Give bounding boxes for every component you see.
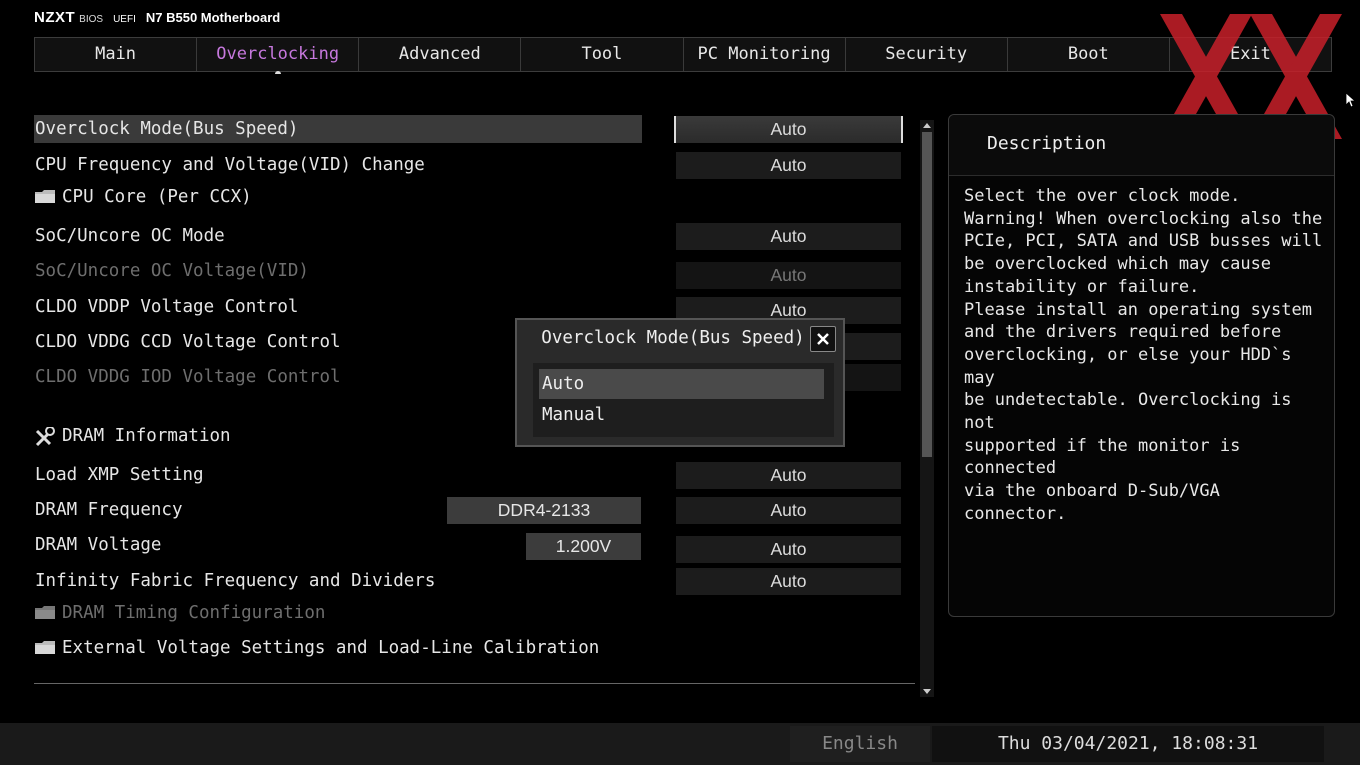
description-title: Description	[987, 133, 1107, 154]
scrollbar-thumb[interactable]	[922, 132, 932, 457]
tab-pc-monitoring[interactable]: PC Monitoring	[684, 38, 846, 71]
nzxt-logo-text: NZXT	[34, 9, 76, 26]
setting-label: Infinity Fabric Frequency and Dividers	[35, 571, 436, 591]
brand-header: NZXT BIOS UEFI N7 B550 Motherboard	[34, 9, 280, 29]
setting-value[interactable]: Auto	[676, 152, 901, 179]
language-selector[interactable]: English	[790, 726, 930, 762]
submenu-label: DRAM Information	[62, 426, 231, 446]
setting-value: Auto	[676, 262, 901, 289]
description-header: Description	[949, 115, 1334, 176]
mouse-cursor-icon	[1345, 92, 1355, 108]
setting-value[interactable]: Auto	[676, 462, 901, 489]
setting-row[interactable]: Load XMP Setting	[34, 461, 204, 489]
popup-option[interactable]: Manual	[539, 400, 824, 430]
tab-tool[interactable]: Tool	[521, 38, 684, 71]
uefi-label: UEFI	[113, 14, 136, 25]
setting-label: Load XMP Setting	[35, 465, 204, 485]
dram-voltage-readout: 1.200V	[526, 533, 641, 560]
submenu-row[interactable]: DRAM Timing Configuration	[34, 599, 325, 627]
submenu-label: External Voltage Settings and Load-Line …	[62, 638, 600, 658]
submenu-row[interactable]: CPU Core (Per CCX)	[34, 183, 252, 211]
setting-row[interactable]: DRAM Voltage	[34, 531, 161, 559]
setting-label: CLDO VDDG CCD Voltage Control	[35, 332, 341, 352]
close-icon[interactable]	[810, 326, 836, 352]
bios-label: BIOS	[79, 14, 104, 25]
setting-label: DRAM Frequency	[35, 500, 183, 520]
setting-value[interactable]: Auto	[676, 223, 901, 250]
submenu-row[interactable]: DRAM Information	[34, 422, 231, 450]
submenu-label: CPU Core (Per CCX)	[62, 187, 252, 207]
popup-title: Overclock Mode(Bus Speed)	[541, 328, 805, 348]
setting-label: CPU Frequency and Voltage(VID) Change	[35, 155, 425, 175]
folder-icon	[34, 636, 56, 654]
setting-value[interactable]: Auto	[676, 497, 901, 524]
submenu-row[interactable]: External Voltage Settings and Load-Line …	[34, 634, 599, 662]
datetime-display: Thu 03/04/2021, 18:08:31	[932, 726, 1324, 762]
setting-value[interactable]: Auto	[676, 536, 901, 563]
setting-row[interactable]: Infinity Fabric Frequency and Dividers	[34, 567, 435, 595]
tab-security[interactable]: Security	[846, 38, 1008, 71]
setting-label: DRAM Voltage	[35, 535, 162, 555]
scrollbar[interactable]	[920, 120, 934, 697]
tab-advanced[interactable]: Advanced	[359, 38, 522, 71]
setting-row[interactable]: CLDO VDDG CCD Voltage Control	[34, 328, 341, 356]
description-panel: Description Select the over clock mode. …	[948, 114, 1335, 617]
setting-row[interactable]: Overclock Mode(Bus Speed)	[34, 115, 642, 143]
tab-bar: Main Overclocking Advanced Tool PC Monit…	[34, 37, 1332, 74]
submenu-label: DRAM Timing Configuration	[62, 603, 326, 623]
tab-overclocking[interactable]: Overclocking	[197, 38, 360, 74]
tab-main[interactable]: Main	[35, 38, 198, 71]
setting-label: Overclock Mode(Bus Speed)	[35, 119, 299, 139]
setting-value[interactable]: Auto	[674, 116, 903, 143]
tools-icon	[34, 424, 56, 447]
setting-label: SoC/Uncore OC Voltage(VID)	[35, 261, 309, 281]
popup-option[interactable]: Auto	[539, 369, 824, 399]
setting-label: CLDO VDDP Voltage Control	[35, 297, 299, 317]
setting-value[interactable]: Auto	[676, 568, 901, 595]
setting-label: SoC/Uncore OC Mode	[35, 226, 225, 246]
popup-option-list: Auto Manual	[533, 363, 834, 437]
setting-row[interactable]: CPU Frequency and Voltage(VID) Change	[34, 151, 425, 179]
setting-row[interactable]: SoC/Uncore OC Mode	[34, 222, 225, 250]
folder-icon	[34, 601, 56, 619]
dram-frequency-readout: DDR4-2133	[447, 497, 641, 524]
folder-icon	[34, 185, 56, 203]
list-divider	[34, 683, 915, 684]
setting-row[interactable]: CLDO VDDP Voltage Control	[34, 293, 298, 321]
setting-row[interactable]: DRAM Frequency	[34, 496, 183, 524]
option-popup: Overclock Mode(Bus Speed) Auto Manual	[515, 318, 845, 447]
setting-row: CLDO VDDG IOD Voltage Control	[34, 363, 341, 391]
tab-boot[interactable]: Boot	[1008, 38, 1170, 71]
scroll-down-icon[interactable]	[923, 689, 931, 694]
setting-row: SoC/Uncore OC Voltage(VID)	[34, 257, 309, 285]
setting-label: CLDO VDDG IOD Voltage Control	[35, 367, 341, 387]
scroll-up-icon[interactable]	[923, 123, 931, 128]
board-name: N7 B550 Motherboard	[145, 10, 281, 25]
description-text: Select the over clock mode. Warning! Whe…	[964, 186, 1323, 524]
